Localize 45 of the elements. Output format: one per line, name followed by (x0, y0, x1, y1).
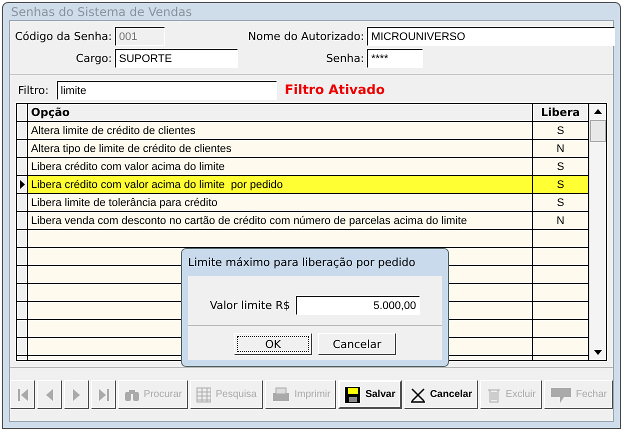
field-label: Senha: (325, 52, 364, 65)
field-label: Cargo: (74, 52, 112, 65)
value-label: Valor limite R$ (210, 299, 290, 312)
cancel-icon (410, 386, 425, 402)
table-cell: N (533, 140, 589, 157)
previous-icon (46, 388, 53, 400)
cancel-button[interactable]: Cancelar (318, 333, 396, 355)
current-row-icon (20, 180, 25, 189)
password-field[interactable]: **** (367, 49, 424, 68)
toolbar-button[interactable]: Cancelar (404, 380, 478, 409)
filter-status: Filtro Ativado (284, 83, 385, 98)
last-icon (98, 388, 108, 400)
ok-button[interactable]: OK (234, 333, 312, 355)
field-label: Nome do Autorizado: (248, 30, 364, 43)
table-cell: S (533, 122, 589, 139)
name-field[interactable]: MICROUNIVERSO (367, 27, 616, 46)
dialog-title: Limite máximo para liberação por pedido (188, 255, 416, 271)
toolbar-button[interactable]: Salvar (338, 380, 402, 409)
table-cell: Libera limite de tolerância para crédito (28, 194, 533, 211)
column-header: Opção (28, 104, 533, 121)
table-cell: S (533, 176, 589, 193)
trash-icon (486, 386, 501, 402)
filter-label: Filtro: (18, 84, 49, 97)
table-cell: Altera limite de crédito de clientes (28, 122, 533, 139)
scrollbar[interactable] (589, 104, 606, 360)
table-cell: N (533, 212, 589, 229)
scroll-thumb[interactable] (590, 120, 606, 142)
field-label: Código da Senha: (14, 30, 112, 43)
table-cell: Altera tipo de limite de crédito de clientes (28, 140, 533, 157)
filter-field[interactable]: limite (56, 81, 277, 100)
column-header: Libera (533, 104, 589, 121)
table-cell: S (533, 194, 589, 211)
table-cell: S (533, 158, 589, 175)
binoculars-icon (124, 388, 139, 402)
printer-icon (270, 386, 290, 402)
role-field[interactable]: SUPORTE (115, 49, 238, 68)
window-title: Senhas do Sistema de Vendas (11, 4, 192, 18)
exit-sign-icon (550, 386, 571, 404)
table-cell: Libera crédito com valor acima do limite (28, 158, 533, 175)
next-icon (73, 388, 80, 400)
grid-icon (196, 386, 211, 402)
value-field[interactable]: 5.000,00 (296, 296, 420, 315)
table-cell: Libera crédito com valor acima do limite por pedido (28, 176, 533, 193)
first-icon (18, 388, 28, 400)
table-cell: Libera venda com desconto no cartão de crédito com número de parcelas acima do limite (28, 212, 533, 229)
